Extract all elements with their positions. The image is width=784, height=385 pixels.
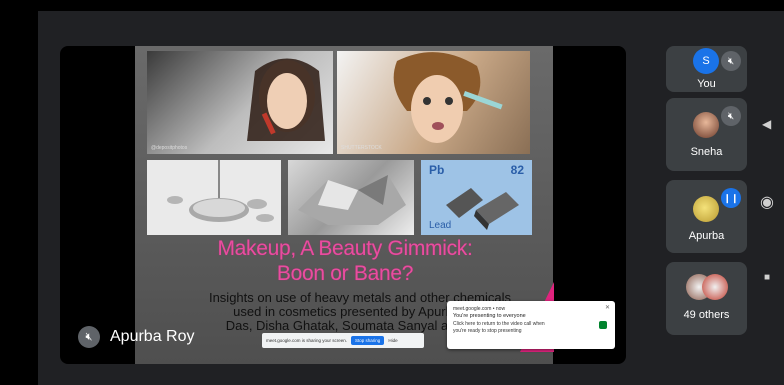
slide-title-line: Boon or Bane? — [276, 262, 414, 285]
woman-mascara-image — [393, 52, 503, 143]
avatar — [693, 196, 719, 222]
participant-tile-apurba[interactable]: ❙❙ Apurba — [666, 180, 747, 253]
photo-caption: @depositphotos — [151, 145, 188, 151]
home-icon[interactable]: ◉ — [760, 192, 774, 212]
element-name: Lead — [429, 220, 452, 231]
mercury-drops-image — [167, 160, 274, 222]
slide-photo-crystals — [288, 160, 414, 235]
mic-off-icon: 🔇︎ — [721, 106, 741, 126]
presenter-label: 🔇︎ Apurba Roy — [78, 326, 195, 348]
meet-app-icon — [599, 321, 607, 329]
participant-tile-you[interactable]: S 🔇︎ You — [666, 46, 747, 92]
speaking-indicator-icon: ❙❙ — [721, 188, 741, 208]
participant-tile-sneha[interactable]: 🔇︎ Sneha — [666, 98, 747, 171]
participant-tile-others[interactable]: 49 others — [666, 262, 747, 335]
notification-line: you're ready to stop presenting — [453, 328, 522, 334]
photo-caption: SHUTTERSTOCK — [341, 145, 382, 151]
slide-photo-mascara: SHUTTERSTOCK — [337, 51, 530, 154]
stop-sharing-button[interactable]: Stop sharing — [351, 336, 385, 345]
participant-name: Apurba — [688, 230, 725, 242]
notification-source: meet.google.com • now — [453, 306, 506, 312]
participant-name: 49 others — [683, 309, 730, 321]
hide-button[interactable]: Hide — [388, 338, 397, 343]
slide-photo-mercury — [147, 160, 281, 235]
avatar — [693, 112, 719, 138]
mic-off-icon: 🔇︎ — [721, 51, 741, 71]
slide-photo-lipstick: @depositphotos — [147, 51, 333, 154]
notification-title: You're presenting to everyone — [453, 313, 526, 319]
slide-title: Makeup, A Beauty Gimmick: Boon or Bane? — [140, 236, 550, 286]
presenting-notification[interactable]: meet.google.com • now You're presenting … — [447, 301, 615, 349]
participant-name: You — [697, 78, 716, 90]
woman-lipstick-image — [247, 58, 325, 141]
presenter-name: Apurba Roy — [110, 328, 195, 345]
screen-share-bar: meet.google.com is sharing your screen. … — [262, 333, 424, 348]
recents-icon[interactable]: ■ — [764, 272, 770, 283]
notification-line: Click here to return to the video call w… — [453, 321, 545, 327]
slide-title-line: Makeup, A Beauty Gimmick: — [217, 237, 473, 260]
mic-off-icon: 🔇︎ — [78, 326, 100, 348]
metal-crystals-image — [298, 175, 406, 225]
slide-photo-lead: Pb 82 Lead — [421, 160, 532, 235]
share-message: meet.google.com is sharing your screen. — [266, 338, 348, 343]
participant-name: Sneha — [690, 146, 723, 158]
close-icon[interactable]: ✕ — [605, 304, 610, 311]
back-icon[interactable]: ◀ — [762, 117, 771, 131]
avatar — [702, 274, 728, 300]
avatar: S — [693, 48, 719, 74]
